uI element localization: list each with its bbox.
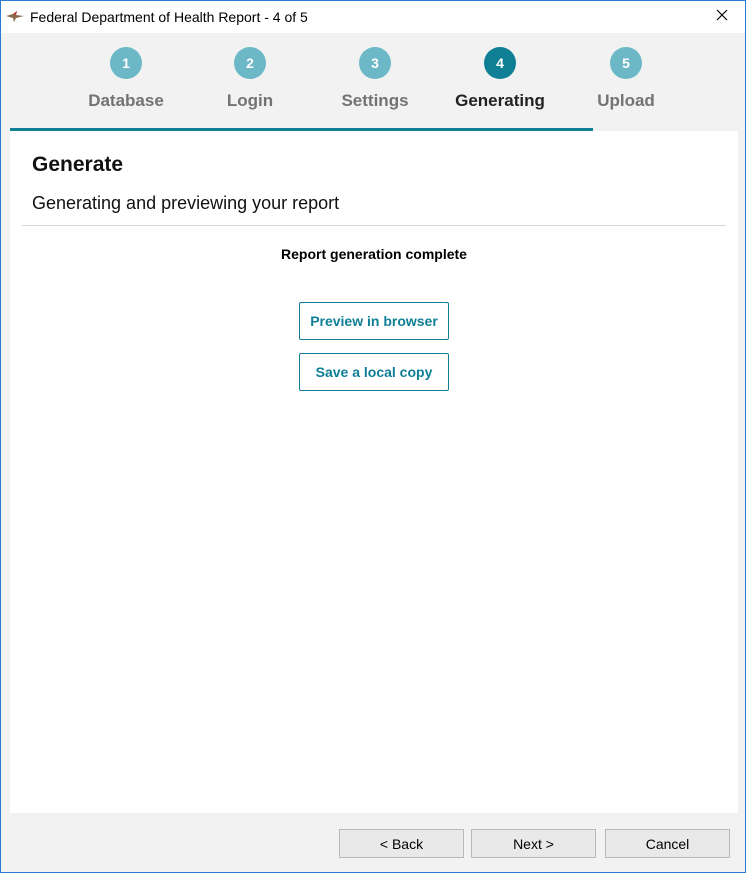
- step-number: 5: [610, 47, 642, 79]
- step-number: 2: [234, 47, 266, 79]
- wizard-stepper: 1 Database 2 Login 3 Settings 4 Generati…: [10, 33, 738, 131]
- step-label: Upload: [597, 91, 655, 110]
- divider: [22, 225, 726, 226]
- status-message: Report generation complete: [281, 246, 467, 262]
- step-label: Database: [88, 91, 164, 110]
- back-button[interactable]: < Back: [339, 829, 464, 858]
- step-number: 4: [484, 47, 516, 79]
- bird-icon: [5, 10, 25, 24]
- page-title: Generate: [32, 153, 124, 176]
- content-panel: Generate Generating and previewing your …: [10, 131, 738, 813]
- window-title: Federal Department of Health Report - 4 …: [30, 9, 308, 25]
- step-settings: 3 Settings: [315, 47, 435, 117]
- step-generating: 4 Generating: [440, 47, 560, 117]
- next-button[interactable]: Next >: [471, 829, 596, 858]
- close-icon: [716, 8, 728, 26]
- wizard-window: Federal Department of Health Report - 4 …: [0, 0, 746, 873]
- step-label: Settings: [341, 91, 409, 110]
- title-bar: Federal Department of Health Report - 4 …: [1, 1, 745, 33]
- step-number: 3: [359, 47, 391, 79]
- step-upload: 5 Upload: [566, 47, 686, 117]
- step-label: Login: [226, 91, 274, 110]
- step-database: 1 Database: [66, 47, 186, 117]
- step-login: 2 Login: [190, 47, 310, 117]
- step-label: Generating: [455, 91, 545, 110]
- step-number: 1: [110, 47, 142, 79]
- page-subtitle: Generating and previewing your report: [32, 193, 340, 213]
- footer-bar: < Back Next > Cancel: [1, 813, 745, 872]
- cancel-button[interactable]: Cancel: [605, 829, 730, 858]
- save-local-copy-button[interactable]: Save a local copy: [299, 353, 449, 391]
- close-button[interactable]: [699, 1, 745, 33]
- preview-in-browser-button[interactable]: Preview in browser: [299, 302, 449, 340]
